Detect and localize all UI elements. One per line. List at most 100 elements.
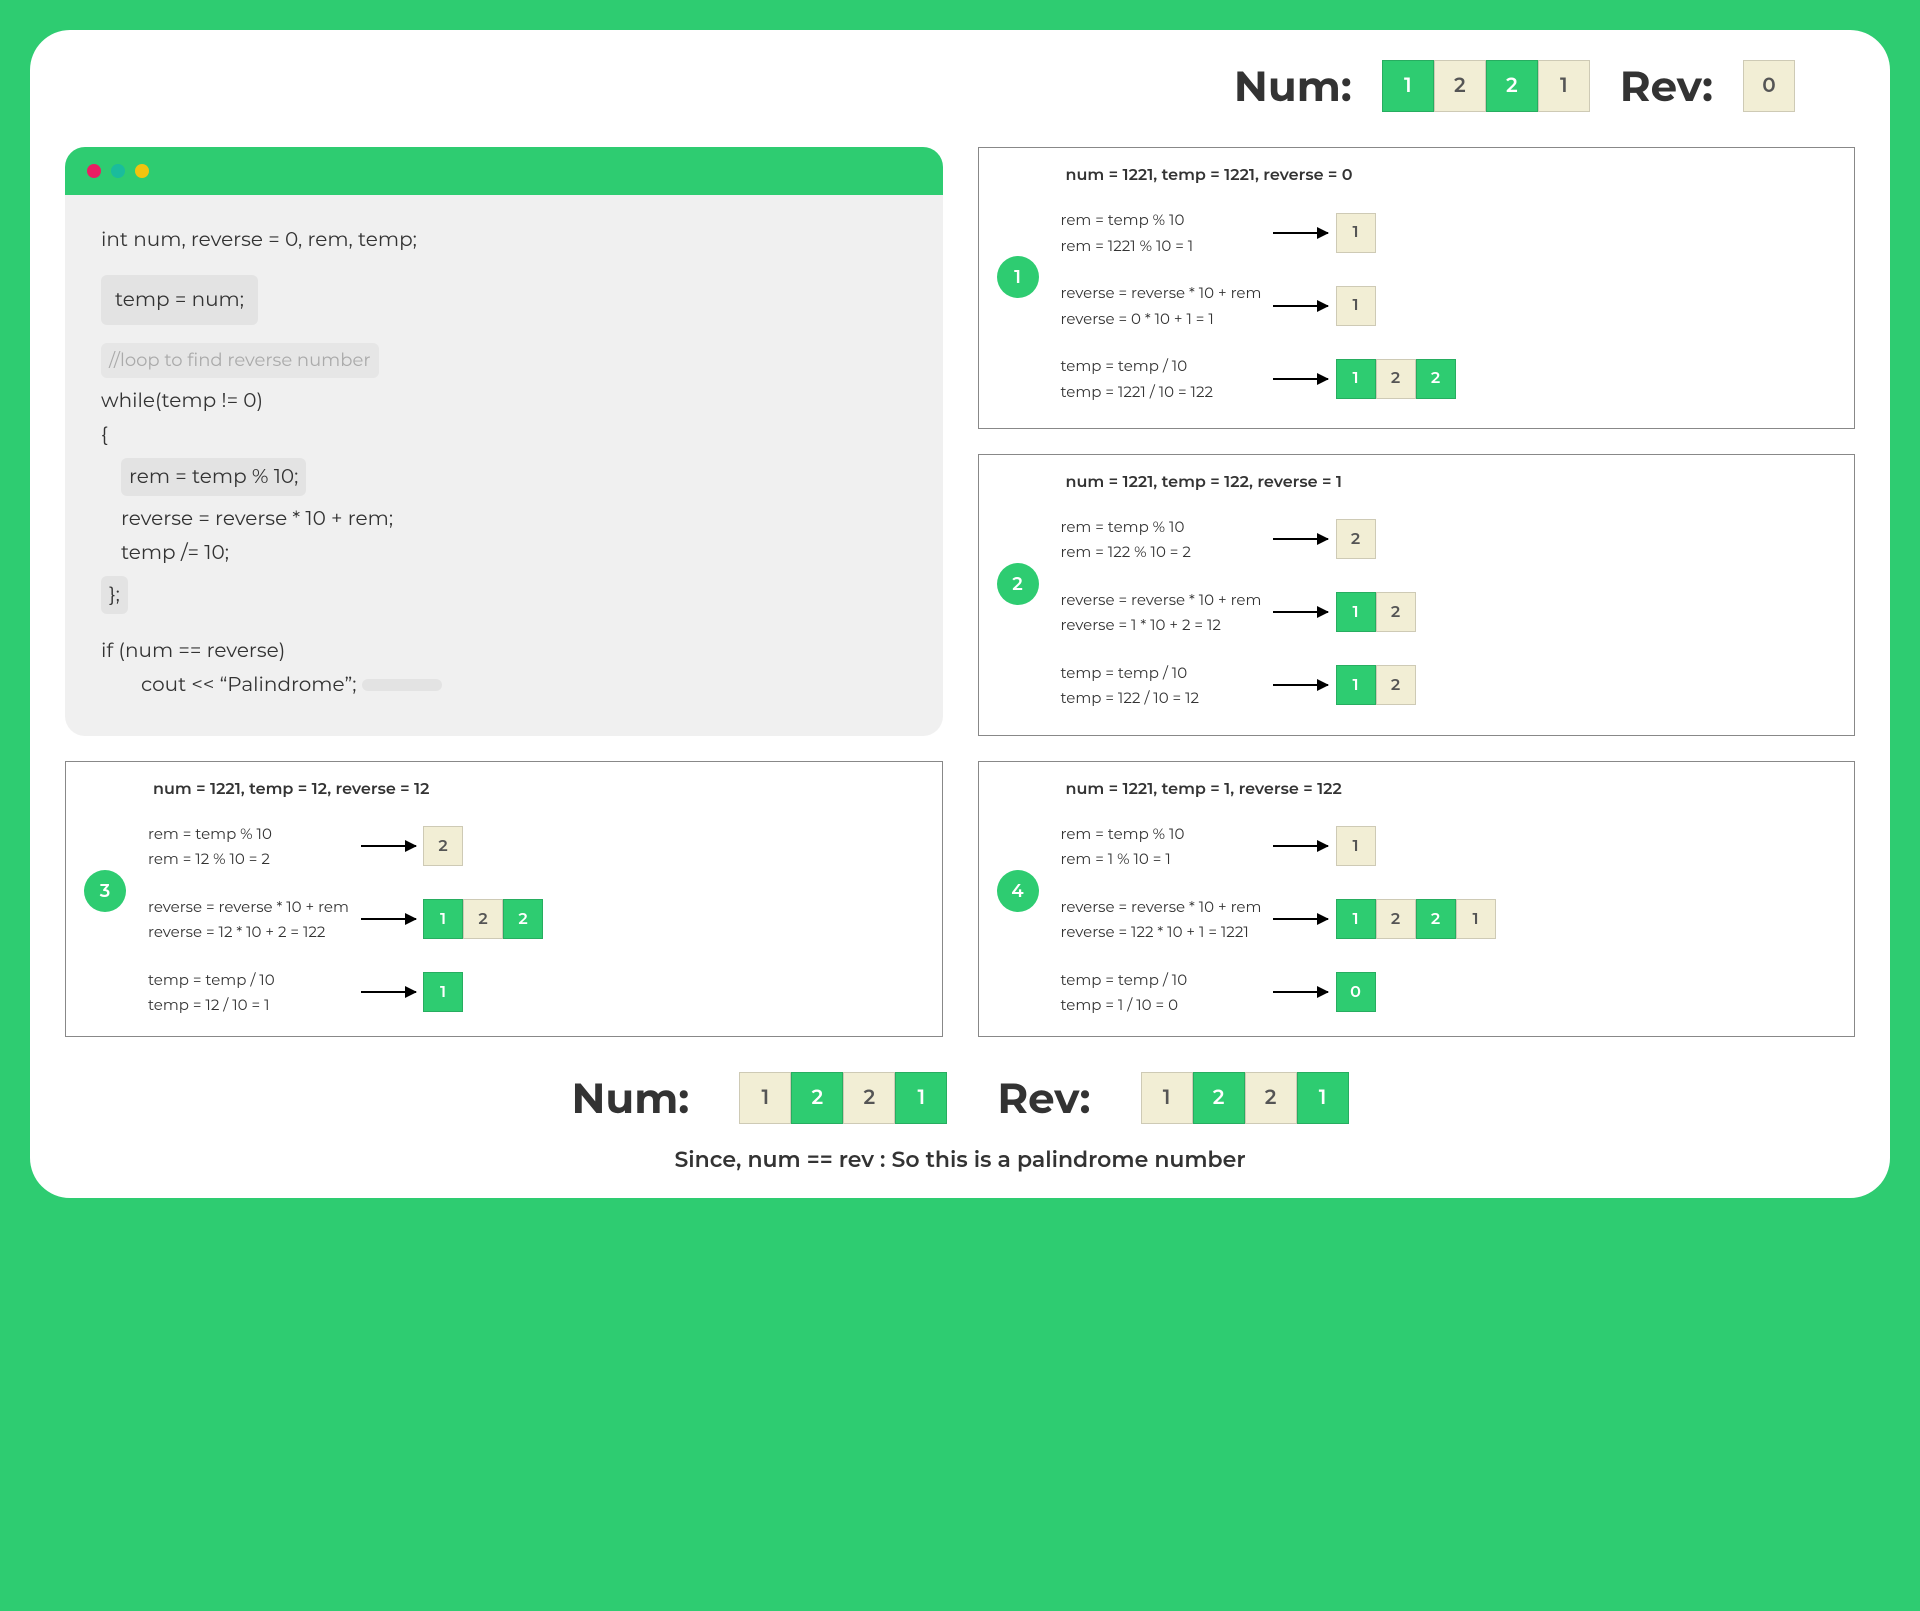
step-text: rem = temp % 10rem = 1221 % 10 = 1 (1061, 207, 1266, 258)
step-row: temp = temp / 10temp = 12 / 10 = 1 1 (148, 967, 924, 1018)
step-header: num = 1221, temp = 1, reverse = 122 (1061, 780, 1837, 799)
step-badge: 3 (84, 870, 126, 912)
step-content: num = 1221, temp = 12, reverse = 12 rem =… (148, 780, 924, 1018)
rev-label-top: Rev: (1620, 60, 1713, 112)
step-box-4: 4num = 1221, temp = 1, reverse = 122rem … (978, 761, 1856, 1037)
step-text: reverse = reverse * 10 + remreverse = 0 … (1061, 280, 1266, 331)
digit-cell: 1 (1336, 826, 1376, 866)
digit-cell: 1 (1336, 899, 1376, 939)
step-text: temp = temp / 10temp = 12 / 10 = 1 (148, 967, 353, 1018)
code-comment: //loop to find reverse number (101, 343, 379, 378)
digit-cell: 2 (503, 899, 543, 939)
digit-cell: 1 (739, 1072, 791, 1124)
step-row: reverse = reverse * 10 + remreverse = 12… (1061, 894, 1837, 945)
step-row: rem = temp % 10rem = 12 % 10 = 22 (148, 821, 924, 872)
step-text: rem = temp % 10rem = 12 % 10 = 2 (148, 821, 353, 872)
arrow-icon (1266, 538, 1336, 540)
step-badge: 2 (997, 563, 1039, 605)
arrow-icon (1266, 991, 1336, 993)
arrow-icon (353, 845, 423, 847)
digit-cell: 1 (1336, 286, 1376, 326)
step-row: reverse = reverse * 10 + remreverse = 12… (148, 894, 924, 945)
rev-label-bottom: Rev: (997, 1072, 1090, 1124)
digit-cell: 1 (895, 1072, 947, 1124)
num-digits-bottom: 1221 (739, 1072, 947, 1124)
digit-cell: 1 (423, 899, 463, 939)
step-row: reverse = reverse * 10 + remreverse = 1 … (1061, 587, 1837, 638)
digit-cell: 2 (843, 1072, 895, 1124)
step-result: 2 (1336, 519, 1837, 559)
conclusion-text: Since, num == rev : So this is a palindr… (65, 1146, 1855, 1173)
num-label-bottom: Num: (571, 1072, 689, 1124)
digit-cell: 2 (1376, 899, 1416, 939)
code-line: reverse = reverse * 10 + rem; (121, 502, 913, 536)
arrow-icon (1266, 305, 1336, 307)
arrow-icon (353, 991, 423, 993)
digit-cell: 2 (1434, 60, 1486, 112)
step-content: num = 1221, temp = 122, reverse = 1 rem =… (1061, 473, 1837, 711)
rev-digits-top: 0 (1743, 60, 1795, 112)
digit-cell: 1 (1336, 592, 1376, 632)
arrow-icon (1266, 845, 1336, 847)
num-label-top: Num: (1234, 60, 1352, 112)
step-text: rem = temp % 10rem = 1 % 10 = 1 (1061, 821, 1266, 872)
step-text: temp = temp / 10temp = 1 / 10 = 0 (1061, 967, 1266, 1018)
step-row: reverse = reverse * 10 + remreverse = 0 … (1061, 280, 1837, 331)
step-result: 122 (423, 899, 924, 939)
diagram-canvas: Num: 1221 Rev: 0 int num, reverse = 0, r… (30, 30, 1890, 1198)
digit-cell: 2 (463, 899, 503, 939)
digit-cell: 2 (1245, 1072, 1297, 1124)
step-text: temp = temp / 10temp = 122 / 10 = 12 (1061, 660, 1266, 711)
close-icon (87, 164, 101, 178)
step-box-1: 1 num = 1221, temp = 1221, reverse = 0 rem… (978, 147, 1856, 429)
digit-cell: 2 (1486, 60, 1538, 112)
digit-cell: 1 (1456, 899, 1496, 939)
step-text: reverse = reverse * 10 + remreverse = 1 … (1061, 587, 1266, 638)
step-result: 1 (1336, 213, 1837, 253)
code-line: while(temp != 0) (101, 384, 913, 418)
step-row: rem = temp % 10rem = 122 % 10 = 2 2 (1061, 514, 1837, 565)
digit-cell: 2 (1376, 592, 1416, 632)
step-row: temp = temp / 10temp = 1 / 10 = 00 (1061, 967, 1837, 1018)
code-line: cout << “Palindrome”; (141, 673, 356, 697)
code-body: int num, reverse = 0, rem, temp; temp = … (65, 195, 943, 736)
digit-cell: 1 (1297, 1072, 1349, 1124)
step-row: temp = temp / 10temp = 1221 / 10 = 12212… (1061, 353, 1837, 404)
step-text: rem = temp % 10rem = 122 % 10 = 2 (1061, 514, 1266, 565)
step-result: 1221 (1336, 899, 1837, 939)
digit-cell: 1 (423, 972, 463, 1012)
step-header: num = 1221, temp = 122, reverse = 1 (1061, 473, 1837, 492)
step-header: num = 1221, temp = 1221, reverse = 0 (1061, 166, 1837, 185)
step-result: 1 (423, 972, 924, 1012)
top-row: Num: 1221 Rev: 0 (65, 60, 1855, 112)
digit-cell: 2 (1416, 899, 1456, 939)
arrow-icon (1266, 611, 1336, 613)
code-line: temp /= 10; (121, 536, 913, 570)
mid-grid: int num, reverse = 0, rem, temp; temp = … (65, 147, 1855, 1037)
code-line: { (101, 418, 913, 452)
step-box-2: 2 num = 1221, temp = 122, reverse = 1 rem … (978, 454, 1856, 736)
maximize-icon (135, 164, 149, 178)
digit-cell: 2 (1193, 1072, 1245, 1124)
arrow-icon (353, 918, 423, 920)
step-result: 1 (1336, 826, 1837, 866)
step-row: rem = temp % 10rem = 1221 % 10 = 1 1 (1061, 207, 1837, 258)
step-text: reverse = reverse * 10 + remreverse = 12… (1061, 894, 1266, 945)
step-header: num = 1221, temp = 12, reverse = 12 (148, 780, 924, 799)
step-result: 1 (1336, 286, 1837, 326)
arrow-icon (1266, 232, 1336, 234)
code-line: rem = temp % 10; (121, 458, 306, 496)
step-text: reverse = reverse * 10 + remreverse = 12… (148, 894, 353, 945)
arrow-icon (1266, 684, 1336, 686)
digit-cell: 1 (1141, 1072, 1193, 1124)
code-highlight: temp = num; (101, 275, 258, 325)
digit-cell: 0 (1743, 60, 1795, 112)
code-window: int num, reverse = 0, rem, temp; temp = … (65, 147, 943, 736)
minimize-icon (111, 164, 125, 178)
digit-cell: 2 (1416, 359, 1456, 399)
digit-cell: 1 (1336, 213, 1376, 253)
step-content: num = 1221, temp = 1221, reverse = 0 rem … (1061, 166, 1837, 404)
digit-cell: 2 (1376, 665, 1416, 705)
num-digits-top: 1221 (1382, 60, 1590, 112)
window-titlebar (65, 147, 943, 195)
